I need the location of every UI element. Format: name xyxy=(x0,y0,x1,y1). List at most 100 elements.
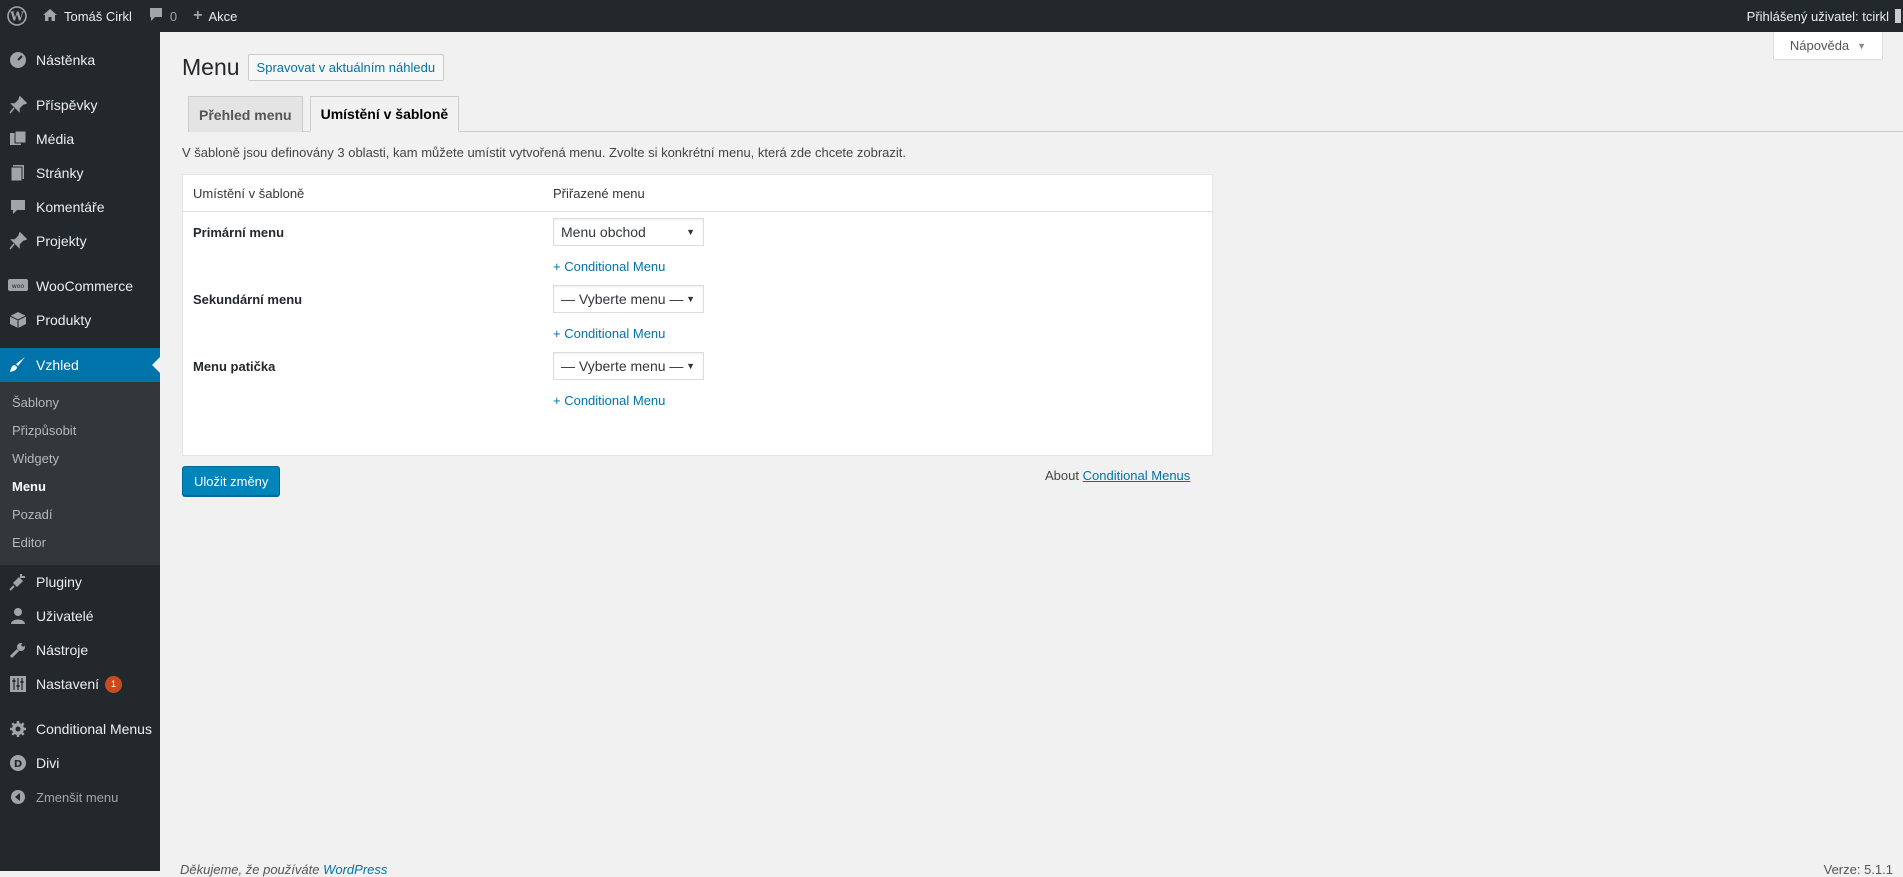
save-changes-button[interactable]: Uložit změny xyxy=(182,466,281,496)
main-content: Nápověda ▼ Menu Spravovat v aktuálním ná… xyxy=(160,32,1903,877)
menu-locations-table: Umístění v šabloně Přiřazené menu Primár… xyxy=(182,174,1213,456)
sidebar-item-plugins[interactable]: Pluginy xyxy=(0,565,160,599)
column-header-location: Umístění v šabloně xyxy=(193,185,305,201)
sidebar-item-users[interactable]: Uživatelé xyxy=(0,599,160,633)
sidebar-item-label: Divi xyxy=(36,755,60,771)
help-tab-button[interactable]: Nápověda ▼ xyxy=(1773,32,1883,60)
sidebar-item-label: Nástěnka xyxy=(36,52,96,68)
avatar xyxy=(1895,9,1901,23)
plug-icon xyxy=(8,572,28,592)
location-label-secondary: Sekundární menu xyxy=(193,292,303,307)
select-value: — Vyberte menu — xyxy=(561,291,684,307)
submenu-item-background[interactable]: Pozadí xyxy=(0,501,160,529)
svg-text:D: D xyxy=(14,759,22,770)
svg-text:woo: woo xyxy=(12,283,25,290)
sidebar-item-label: Produkty xyxy=(36,312,92,328)
sidebar-item-label: Komentáře xyxy=(36,199,105,215)
add-conditional-menu-link-primary[interactable]: + Conditional Menu xyxy=(553,259,665,274)
footer-thanks: Děkujeme, že používáte WordPress xyxy=(180,862,387,877)
wordpress-logo-icon[interactable]: W xyxy=(0,0,34,32)
plus-icon: + xyxy=(193,7,203,24)
svg-text:W: W xyxy=(9,10,24,24)
home-icon xyxy=(42,8,58,25)
sidebar-item-appearance[interactable]: Vzhled xyxy=(0,348,160,382)
sidebar-item-dashboard[interactable]: Nástěnka xyxy=(0,43,160,77)
footer-menu-select[interactable]: — Vyberte menu — ▼ xyxy=(553,352,704,380)
comments-link[interactable]: 0 xyxy=(140,0,185,32)
new-content-link[interactable]: + Akce xyxy=(185,0,245,32)
sidebar-item-projects[interactable]: Projekty xyxy=(0,224,160,258)
appearance-submenu: Šablony Přizpůsobit Widgety Menu Pozadí … xyxy=(0,382,160,565)
user-greeting: Přihlášený uživatel: tcirkl xyxy=(1746,8,1889,24)
sidebar-item-pages[interactable]: Stránky xyxy=(0,156,160,190)
divi-icon: D xyxy=(8,753,28,773)
sidebar-item-posts[interactable]: Příspěvky xyxy=(0,88,160,122)
footer-thanks-text: Děkujeme, že používáte xyxy=(180,862,320,877)
site-name: Tomáš Cirkl xyxy=(64,8,132,24)
sidebar-item-tools[interactable]: Nástroje xyxy=(0,633,160,667)
pages-icon xyxy=(8,163,28,183)
sidebar-item-products[interactable]: Produkty xyxy=(0,303,160,337)
user-account-link[interactable]: Přihlášený uživatel: tcirkl xyxy=(1739,0,1903,32)
conditional-menus-link[interactable]: Conditional Menus xyxy=(1083,468,1191,483)
sidebar-item-label: Příspěvky xyxy=(36,97,98,113)
add-conditional-menu-link-footer[interactable]: + Conditional Menu xyxy=(553,393,665,408)
sidebar-item-label: Pluginy xyxy=(36,574,82,590)
tab-edit-menus[interactable]: Přehled menu xyxy=(188,96,303,132)
sidebar-item-label: Projekty xyxy=(36,233,87,249)
locations-description: V šabloně jsou definovány 3 oblasti, kam… xyxy=(182,145,907,160)
settings-sliders-icon xyxy=(8,674,28,694)
sidebar-item-label: Zmenšit menu xyxy=(36,789,119,805)
collapse-menu-button[interactable]: Zmenšit menu xyxy=(0,780,160,814)
triangle-down-icon: ▼ xyxy=(1857,40,1867,51)
wordpress-link[interactable]: WordPress xyxy=(323,862,387,877)
secondary-menu-select[interactable]: — Vyberte menu — ▼ xyxy=(553,285,704,313)
sidebar-item-settings[interactable]: Nastavení 1 xyxy=(0,667,160,701)
media-icon xyxy=(8,129,28,149)
sidebar-item-label: Média xyxy=(36,131,75,147)
submenu-item-editor[interactable]: Editor xyxy=(0,529,160,557)
add-conditional-menu-link-secondary[interactable]: + Conditional Menu xyxy=(553,326,665,341)
sidebar-item-label: Vzhled xyxy=(36,357,79,373)
site-name-link[interactable]: Tomáš Cirkl xyxy=(34,0,140,32)
admin-sidebar: Nástěnka Příspěvky Média Stránky Komentá… xyxy=(0,32,160,871)
pin-icon xyxy=(8,231,28,251)
tab-manage-locations[interactable]: Umístění v šabloně xyxy=(309,96,460,132)
wrench-icon xyxy=(8,640,28,660)
notification-badge: 1 xyxy=(105,675,123,693)
sidebar-item-label: Conditional Menus xyxy=(36,721,152,737)
table-header: Umístění v šabloně Přiřazené menu xyxy=(183,175,1212,212)
submenu-item-customize[interactable]: Přizpůsobit xyxy=(0,417,160,445)
sidebar-item-media[interactable]: Média xyxy=(0,122,160,156)
sidebar-item-label: Nástroje xyxy=(36,642,89,658)
sidebar-item-comments[interactable]: Komentáře xyxy=(0,190,160,224)
dashboard-icon xyxy=(8,50,28,70)
help-tab-label: Nápověda xyxy=(1789,38,1850,53)
collapse-arrow-icon xyxy=(8,787,28,807)
select-caret-icon: ▼ xyxy=(686,294,695,304)
comment-icon xyxy=(148,7,164,25)
box-icon xyxy=(8,310,28,330)
footer-version: Verze: 5.1.1 xyxy=(1823,862,1893,877)
new-content-label: Akce xyxy=(208,8,238,24)
select-value: Menu obchod xyxy=(561,224,646,240)
admin-bar: W Tomáš Cirkl 0 + Akce Přihlášený uživat… xyxy=(0,0,1903,32)
sidebar-item-conditional-menus[interactable]: Conditional Menus xyxy=(0,712,160,746)
gear-icon xyxy=(8,719,28,739)
page-header: Menu Spravovat v aktuálním náhledu xyxy=(182,54,445,81)
manage-live-preview-button[interactable]: Spravovat v aktuálním náhledu xyxy=(247,54,445,81)
submenu-item-widgets[interactable]: Widgety xyxy=(0,445,160,473)
comments-count: 0 xyxy=(169,8,178,24)
select-caret-icon: ▼ xyxy=(686,361,695,371)
sidebar-item-label: WooCommerce xyxy=(36,278,133,294)
select-caret-icon: ▼ xyxy=(686,227,695,237)
sidebar-item-divi[interactable]: D Divi xyxy=(0,746,160,780)
submenu-item-themes[interactable]: Šablony xyxy=(0,389,160,417)
submenu-item-menus[interactable]: Menu xyxy=(0,473,160,501)
woocommerce-icon: woo xyxy=(8,276,28,296)
about-conditional-menus: About Conditional Menus xyxy=(1045,468,1190,483)
sidebar-item-woocommerce[interactable]: woo WooCommerce xyxy=(0,269,160,303)
sidebar-item-label: Uživatelé xyxy=(36,608,94,624)
primary-menu-select[interactable]: Menu obchod ▼ xyxy=(553,218,704,246)
select-value: — Vyberte menu — xyxy=(561,358,684,374)
